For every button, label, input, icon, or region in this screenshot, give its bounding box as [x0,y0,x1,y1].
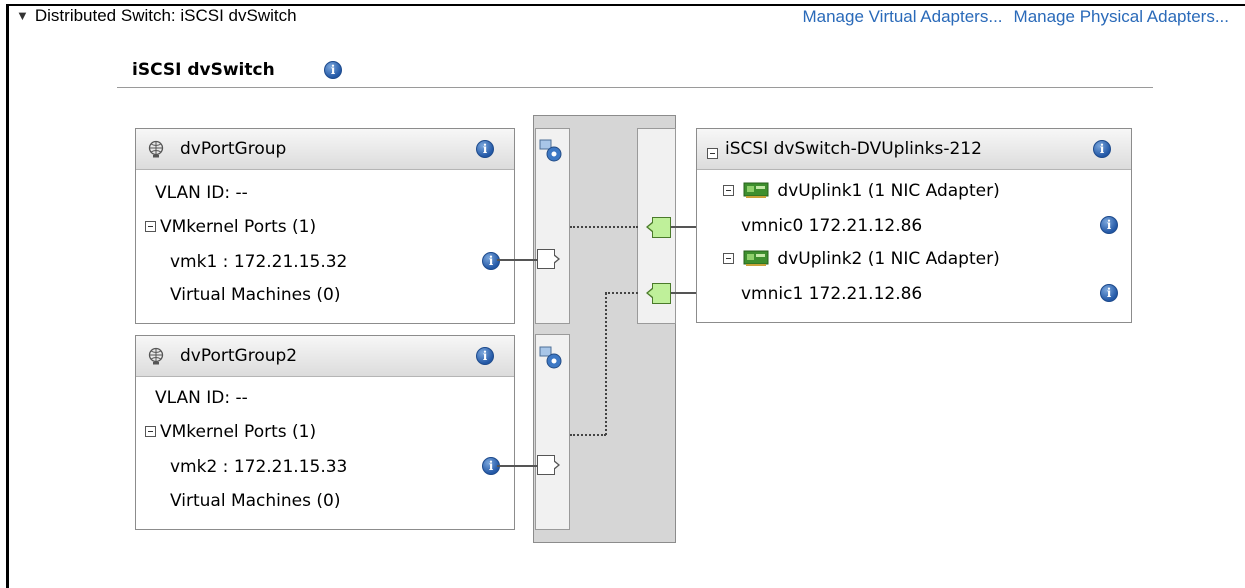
section-header[interactable]: ▼ Distributed Switch: iSCSI dvSwitch [16,6,297,26]
uplink-port[interactable] [646,217,671,238]
virtual-machines: Virtual Machines (0) [170,285,341,305]
connection-line [570,226,638,228]
port-group-name: dvPortGroup [180,139,287,159]
manage-physical-adapters-link[interactable]: Manage Physical Adapters... [1014,7,1229,26]
uplink-label: dvUplink2 (1 NIC Adapter) [777,249,1000,269]
port-group-header: dvPortGroup i [136,129,514,170]
port-group-icon [148,140,164,158]
uplink-port[interactable] [646,283,671,304]
info-icon[interactable]: i [476,347,494,365]
port-group-panel[interactable]: dvPortGroup i VLAN ID: -- VMkernel Ports… [135,128,515,324]
vmk-adapter[interactable]: vmk2 : 172.21.15.33 [170,457,347,477]
dvs-port-icon [539,346,562,369]
info-icon[interactable]: i [1093,140,1111,158]
collapse-icon[interactable] [145,221,156,232]
port-link-line [497,465,537,467]
uplink-link-line [671,226,696,228]
manage-virtual-adapters-link[interactable]: Manage Virtual Adapters... [802,7,1002,26]
nic-adapter-icon [743,182,769,198]
vmkernel-ports-group[interactable]: VMkernel Ports (1) [145,422,316,442]
uplinks-name: iSCSI dvSwitch-DVUplinks-212 [725,139,982,159]
dvs-port[interactable] [537,249,560,269]
uplink-item[interactable]: dvUplink2 (1 NIC Adapter) [723,249,1000,269]
connection-line [570,434,606,436]
port-group-name: dvPortGroup2 [180,346,298,366]
header-links: Manage Virtual Adapters... Manage Physica… [802,7,1229,27]
vmkernel-ports-label: VMkernel Ports (1) [160,422,317,442]
vmnic-adapter[interactable]: vmnic0 172.21.12.86 [741,216,922,236]
collapse-icon[interactable] [145,426,156,437]
uplinks-panel[interactable]: iSCSI dvSwitch-DVUplinks-212 i dvUplink1… [696,128,1132,323]
triangle-down-icon[interactable]: ▼ [16,8,29,23]
divider [117,87,1153,88]
nic-adapter-icon [743,250,769,266]
dvs-port-icon [539,139,562,162]
switch-name: iSCSI dvSwitch [132,60,275,80]
connection-line [605,293,607,435]
port-link-line [497,259,537,261]
vmnic-adapter[interactable]: vmnic1 172.21.12.86 [741,284,922,304]
collapse-icon[interactable] [723,185,734,196]
uplink-link-line [671,292,696,294]
virtual-machines: Virtual Machines (0) [170,491,341,511]
uplink-item[interactable]: dvUplink1 (1 NIC Adapter) [723,181,1000,201]
vmk-adapter[interactable]: vmk1 : 172.21.15.32 [170,252,347,272]
uplink-label: dvUplink1 (1 NIC Adapter) [777,181,1000,201]
vmkernel-ports-label: VMkernel Ports (1) [160,217,317,237]
section-title: Distributed Switch: iSCSI dvSwitch [34,6,297,25]
info-icon[interactable]: i [324,61,342,79]
vlan-id: VLAN ID: -- [155,388,248,408]
port-group-panel[interactable]: dvPortGroup2 i VLAN ID: -- VMkernel Port… [135,335,515,530]
connection-line [605,292,638,294]
dvs-port[interactable] [537,455,560,475]
uplinks-header: iSCSI dvSwitch-DVUplinks-212 i [697,129,1131,170]
vmkernel-ports-group[interactable]: VMkernel Ports (1) [145,217,316,237]
vlan-id: VLAN ID: -- [155,183,248,203]
info-icon[interactable]: i [1100,216,1118,234]
port-group-header: dvPortGroup2 i [136,336,514,377]
info-icon[interactable]: i [1100,284,1118,302]
port-group-icon [148,347,164,365]
collapse-icon[interactable] [707,148,718,159]
collapse-icon[interactable] [723,253,734,264]
info-icon[interactable]: i [482,252,500,270]
info-icon[interactable]: i [476,140,494,158]
